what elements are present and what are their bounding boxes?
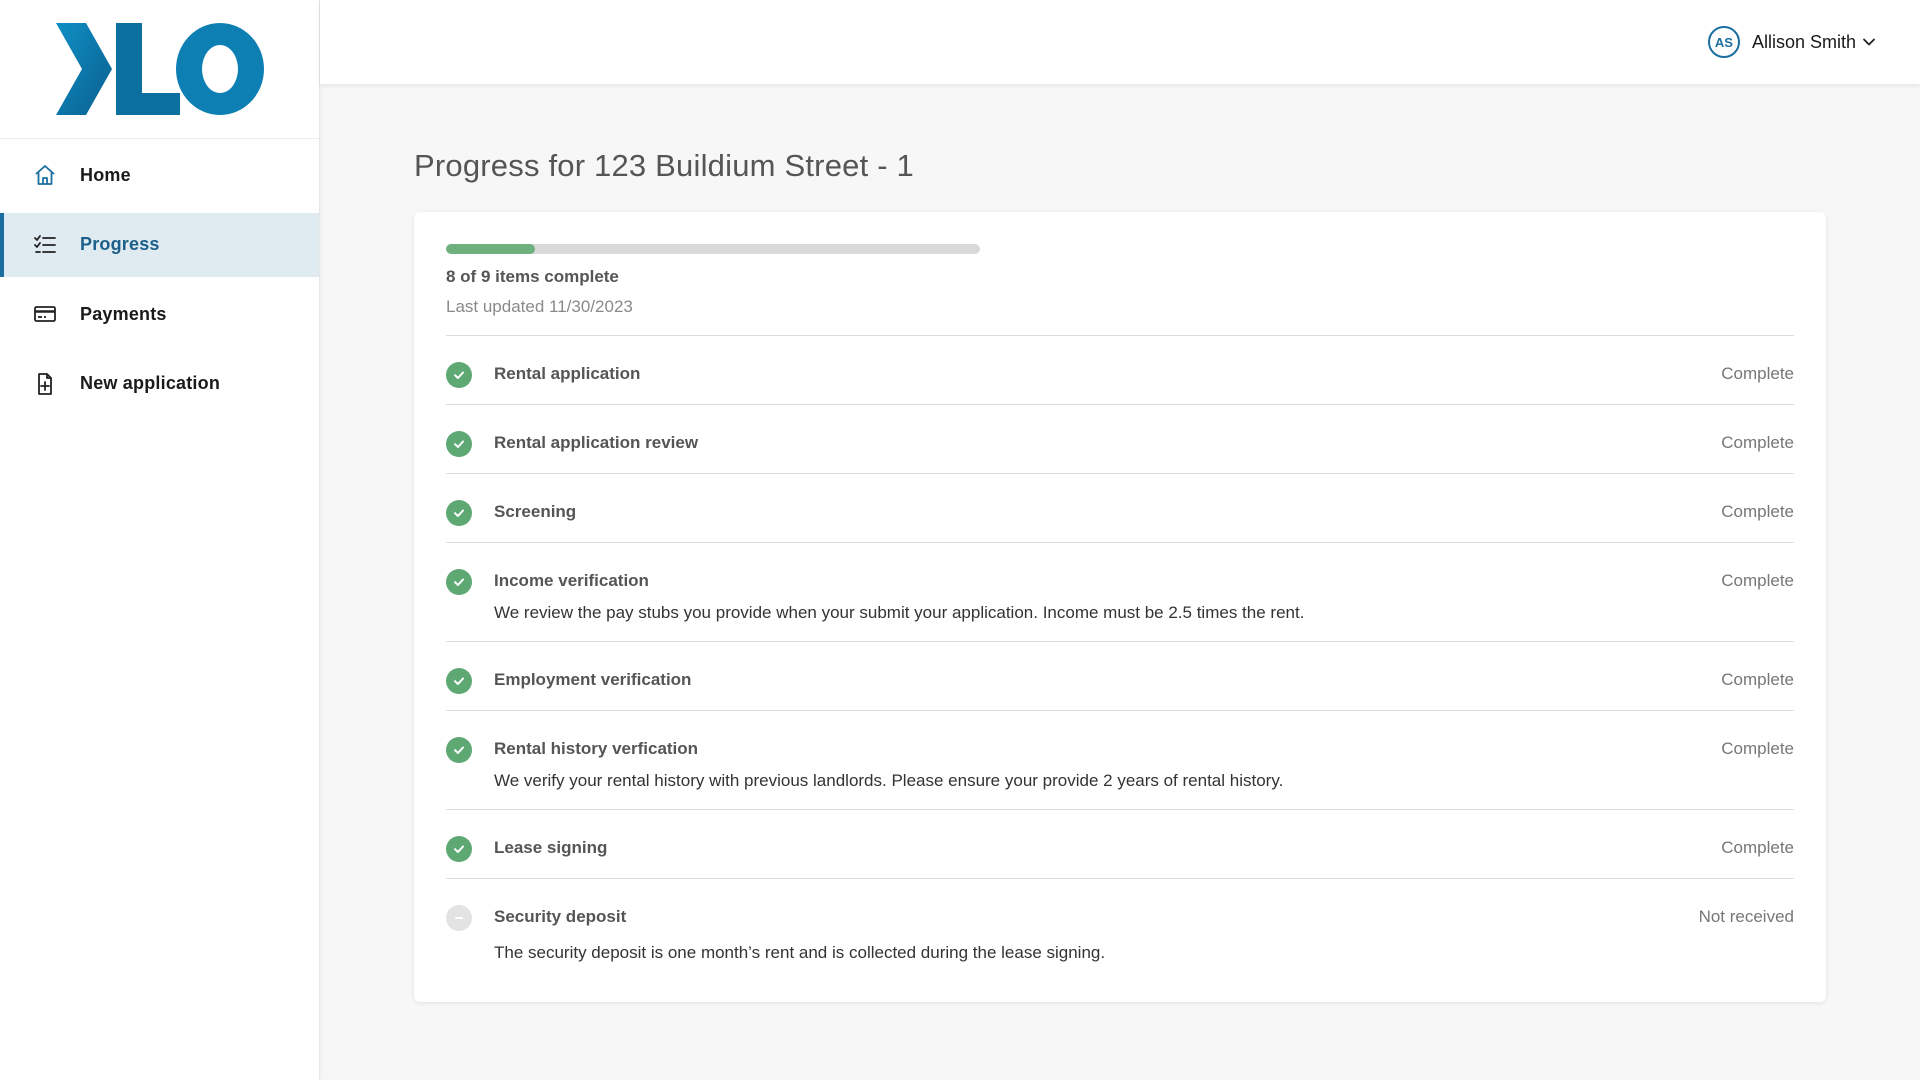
step-body: Rental application [494,364,1794,384]
step-status: Not received [1698,907,1794,926]
user-name: Allison Smith [1751,31,1856,52]
step-title: Security deposit [494,907,627,926]
progress-step: Security deposit The security deposit is … [446,879,1794,978]
home-icon [32,162,58,188]
sidebar-nav: Home Progress Payments New application [0,143,319,416]
step-body: Screening [494,502,1794,522]
sidebar-item-payments[interactable]: Payments [0,282,319,346]
check-circle-icon [446,668,472,694]
progress-step: Screening Complete [446,474,1794,543]
step-status: Complete [1721,838,1794,857]
app-root: Home Progress Payments New application A… [0,0,1920,1080]
step-body: Lease signing [494,838,1794,858]
step-status: Complete [1721,502,1794,521]
file-add-icon [32,371,58,397]
sidebar-item-label: Progress [80,234,160,254]
step-status: Complete [1721,571,1794,590]
step-title: Screening [494,502,577,521]
pending-circle-icon [446,905,472,931]
step-title: Lease signing [494,838,608,857]
last-updated: Last updated 11/30/2023 [446,297,633,316]
progress-step: Lease signing Complete [446,810,1794,879]
step-title: Rental application review [494,433,699,452]
step-title: Income verification [494,571,649,590]
check-circle-icon [446,362,472,388]
credit-card-icon [32,301,58,327]
progress-step: Employment verification Complete [446,642,1794,711]
sidebar-item-progress[interactable]: Progress [0,212,319,277]
user-menu[interactable]: AS Allison Smith [1707,26,1876,58]
progress-bar [446,244,980,254]
step-status: Complete [1721,670,1794,689]
checklist-icon [32,232,58,258]
avatar: AS [1707,26,1740,58]
step-list: Rental application Complete Rental applica… [446,336,1794,978]
step-title: Rental application [494,364,641,383]
main-content: Progress for 123 Buildium Street - 1 8 o… [414,84,1826,1002]
check-circle-icon [446,737,472,763]
step-body: Rental history verfication We verify your… [494,739,1794,791]
step-description: We verify your rental history with previ… [494,771,1284,790]
sidebar-item-new-application[interactable]: New application [0,352,319,416]
step-body: Rental application review [494,433,1794,453]
step-body: Income verification We review the pay stu… [494,571,1794,623]
progress-step: Rental application review Complete [446,405,1794,474]
sidebar-item-label: New application [80,373,221,393]
check-circle-icon [446,431,472,457]
step-title: Employment verification [494,670,692,689]
sidebar-item-label: Home [80,164,131,185]
progress-step: Income verification We review the pay stu… [446,543,1794,642]
progress-step: Rental history verfication We verify your… [446,711,1794,810]
step-description: The security deposit is one month’s rent… [494,943,1106,962]
logo[interactable] [0,0,319,139]
step-status: Complete [1721,433,1794,452]
step-body: Employment verification [494,670,1794,690]
progress-card: 8 of 9 items complete Last updated 11/30… [414,212,1826,1002]
step-title: Rental history verfication [494,739,699,758]
sidebar-item-label: Payments [80,303,167,324]
check-circle-icon [446,500,472,526]
step-body: Security deposit The security deposit is … [494,907,1794,963]
sidebar: Home Progress Payments New application [0,0,320,1080]
progress-bar-fill [446,244,536,254]
progress-step: Rental application Complete [446,336,1794,405]
check-circle-icon [446,569,472,595]
step-status: Complete [1721,739,1794,758]
progress-count: 8 of 9 items complete [446,267,619,286]
brand-logo-icon [55,23,264,115]
check-circle-icon [446,836,472,862]
top-header: AS Allison Smith [320,0,1920,84]
page-title: Progress for 123 Buildium Street - 1 [414,148,914,183]
step-status: Complete [1721,364,1794,383]
sidebar-item-home[interactable]: Home [0,143,319,207]
chevron-down-icon [1862,35,1876,49]
step-description: We review the pay stubs you provide when… [494,603,1305,622]
